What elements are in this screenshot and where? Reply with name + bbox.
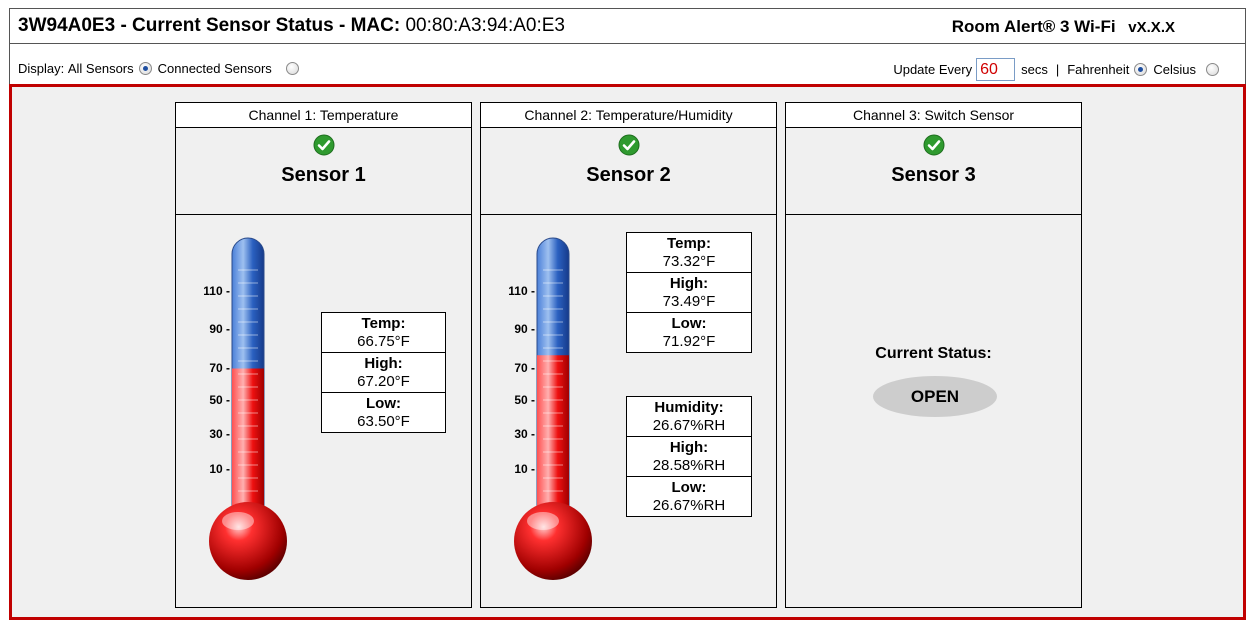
sensor-card-2: Channel 2: Temperature/Humidity Sensor 2	[480, 102, 777, 608]
temp-value: 66.75°F	[357, 333, 410, 350]
display-options: Display: All Sensors Connected Sensors	[18, 61, 305, 76]
thermometer-icon	[209, 237, 287, 580]
check-circle-icon	[923, 134, 944, 156]
humidity-low-value: 26.67%RH	[652, 497, 726, 514]
temp-label: Temp:	[361, 315, 406, 332]
low-value: 63.50°F	[357, 413, 410, 430]
thermometer-icon	[514, 237, 592, 580]
all-sensors-radio[interactable]	[138, 62, 152, 75]
low-value: 71.92°F	[662, 333, 716, 350]
sensor-panel: Channel 1: Temperature Sensor 1 110 - 90…	[9, 84, 1246, 620]
temp-value: 73.32°F	[662, 253, 716, 270]
celsius-label: Celsius	[1153, 62, 1196, 77]
scale-tick: 70 -	[209, 361, 230, 375]
update-every-label: Update Every	[893, 62, 973, 77]
channel-label: Channel 3: Switch Sensor	[786, 103, 1081, 128]
scale-tick: 110 -	[203, 284, 230, 298]
product-name: Room Alert® 3 Wi-Fi vX.X.X	[952, 17, 1175, 37]
temp-cell: Temp: 66.75°F	[322, 313, 445, 353]
page-title-text: 3W94A0E3 - Current Sensor Status - MAC:	[18, 15, 401, 36]
scale-tick: 70 -	[514, 361, 535, 375]
temp-label: Temp:	[667, 235, 711, 252]
check-circle-icon	[313, 134, 334, 156]
high-label: High:	[364, 355, 403, 372]
humidity-high-cell: High: 28.58%RH	[627, 437, 751, 477]
scale-tick: 30 -	[209, 427, 230, 441]
scale-tick: 90 -	[514, 322, 535, 336]
update-seconds-input[interactable]: 60	[976, 58, 1016, 81]
sensor-card-1: Channel 1: Temperature Sensor 1 110 - 90…	[175, 102, 472, 608]
update-options: Update Every 60 secs | Fahrenheit Celsiu…	[893, 58, 1225, 81]
high-label: High:	[669, 275, 709, 292]
channel-label: Channel 1: Temperature	[176, 103, 471, 128]
sensor-body: 110 - 90 - 70 - 50 - 30 - 10 - Temp: 66.7…	[176, 215, 471, 607]
sensor-name: Sensor 1	[281, 164, 366, 186]
sensor-card-3: Channel 3: Switch Sensor Sensor 3 Curren…	[785, 102, 1082, 608]
scale-tick: 30 -	[514, 427, 535, 441]
fahrenheit-radio[interactable]	[1134, 63, 1148, 76]
scale-tick: 50 -	[209, 393, 230, 407]
temp-cell: Temp: 73.32°F	[627, 233, 751, 273]
separator: |	[1055, 62, 1060, 77]
temperature-readings: Temp: 73.32°F High: 73.49°F Low: 71.92°F	[626, 232, 752, 353]
scale-tick: 10 -	[514, 462, 535, 476]
switch-status-badge: OPEN	[873, 376, 997, 417]
humidity-label: Humidity:	[654, 399, 724, 416]
mac-address: 00:80:A3:94:A0:E3	[405, 15, 565, 36]
humidity-readings: Humidity: 26.67%RH High: 28.58%RH Low: 26.6…	[626, 396, 752, 517]
controls-bar: Display: All Sensors Connected Sensors U…	[9, 44, 1246, 84]
low-label: Low:	[366, 395, 401, 412]
scale-tick: 110 -	[508, 284, 535, 298]
connected-sensors-radio[interactable]	[285, 62, 299, 75]
fahrenheit-label: Fahrenheit	[1067, 62, 1130, 77]
version-label: vX.X.X	[1128, 19, 1175, 36]
sensor-body: Current Status: OPEN	[786, 215, 1081, 607]
check-circle-icon	[618, 134, 639, 156]
channel-label: Channel 2: Temperature/Humidity	[481, 103, 776, 128]
scale-tick: 10 -	[209, 462, 230, 476]
high-cell: High: 67.20°F	[322, 353, 445, 393]
celsius-radio[interactable]	[1206, 63, 1219, 76]
sensor-header: Sensor 1	[176, 128, 471, 215]
sensor-name: Sensor 3	[891, 164, 976, 186]
humidity-high-label: High:	[669, 439, 709, 456]
all-sensors-label: All Sensors	[67, 61, 134, 76]
humidity-cell: Humidity: 26.67%RH	[627, 397, 751, 437]
page-title: 3W94A0E3 - Current Sensor Status - MAC: …	[18, 15, 565, 37]
connected-sensors-label: Connected Sensors	[157, 61, 272, 76]
secs-label: secs	[1021, 62, 1048, 77]
temperature-readings: Temp: 66.75°F High: 67.20°F Low: 63.50°F	[321, 312, 446, 433]
title-bar: 3W94A0E3 - Current Sensor Status - MAC: …	[9, 8, 1246, 44]
low-label: Low:	[671, 315, 707, 332]
sensor-name: Sensor 2	[586, 164, 671, 186]
low-cell: Low: 63.50°F	[322, 393, 445, 432]
sensor-header: Sensor 2	[481, 128, 776, 215]
display-label: Display:	[18, 61, 65, 76]
high-cell: High: 73.49°F	[627, 273, 751, 313]
scale-tick: 50 -	[514, 393, 535, 407]
product-name-text: Room Alert® 3 Wi-Fi	[951, 17, 1116, 36]
low-cell: Low: 71.92°F	[627, 313, 751, 352]
current-status-label: Current Status:	[875, 345, 992, 362]
humidity-value: 26.67%RH	[652, 417, 726, 434]
sensor-body: 110 - 90 - 70 - 50 - 30 - 10 - Temp: 73.3…	[481, 215, 776, 607]
humidity-low-cell: Low: 26.67%RH	[627, 477, 751, 516]
humidity-high-value: 28.58%RH	[652, 457, 726, 474]
sensor-header: Sensor 3	[786, 128, 1081, 215]
humidity-low-label: Low:	[671, 479, 707, 496]
high-value: 73.49°F	[662, 293, 716, 310]
scale-tick: 90 -	[209, 322, 230, 336]
high-value: 67.20°F	[357, 373, 410, 390]
